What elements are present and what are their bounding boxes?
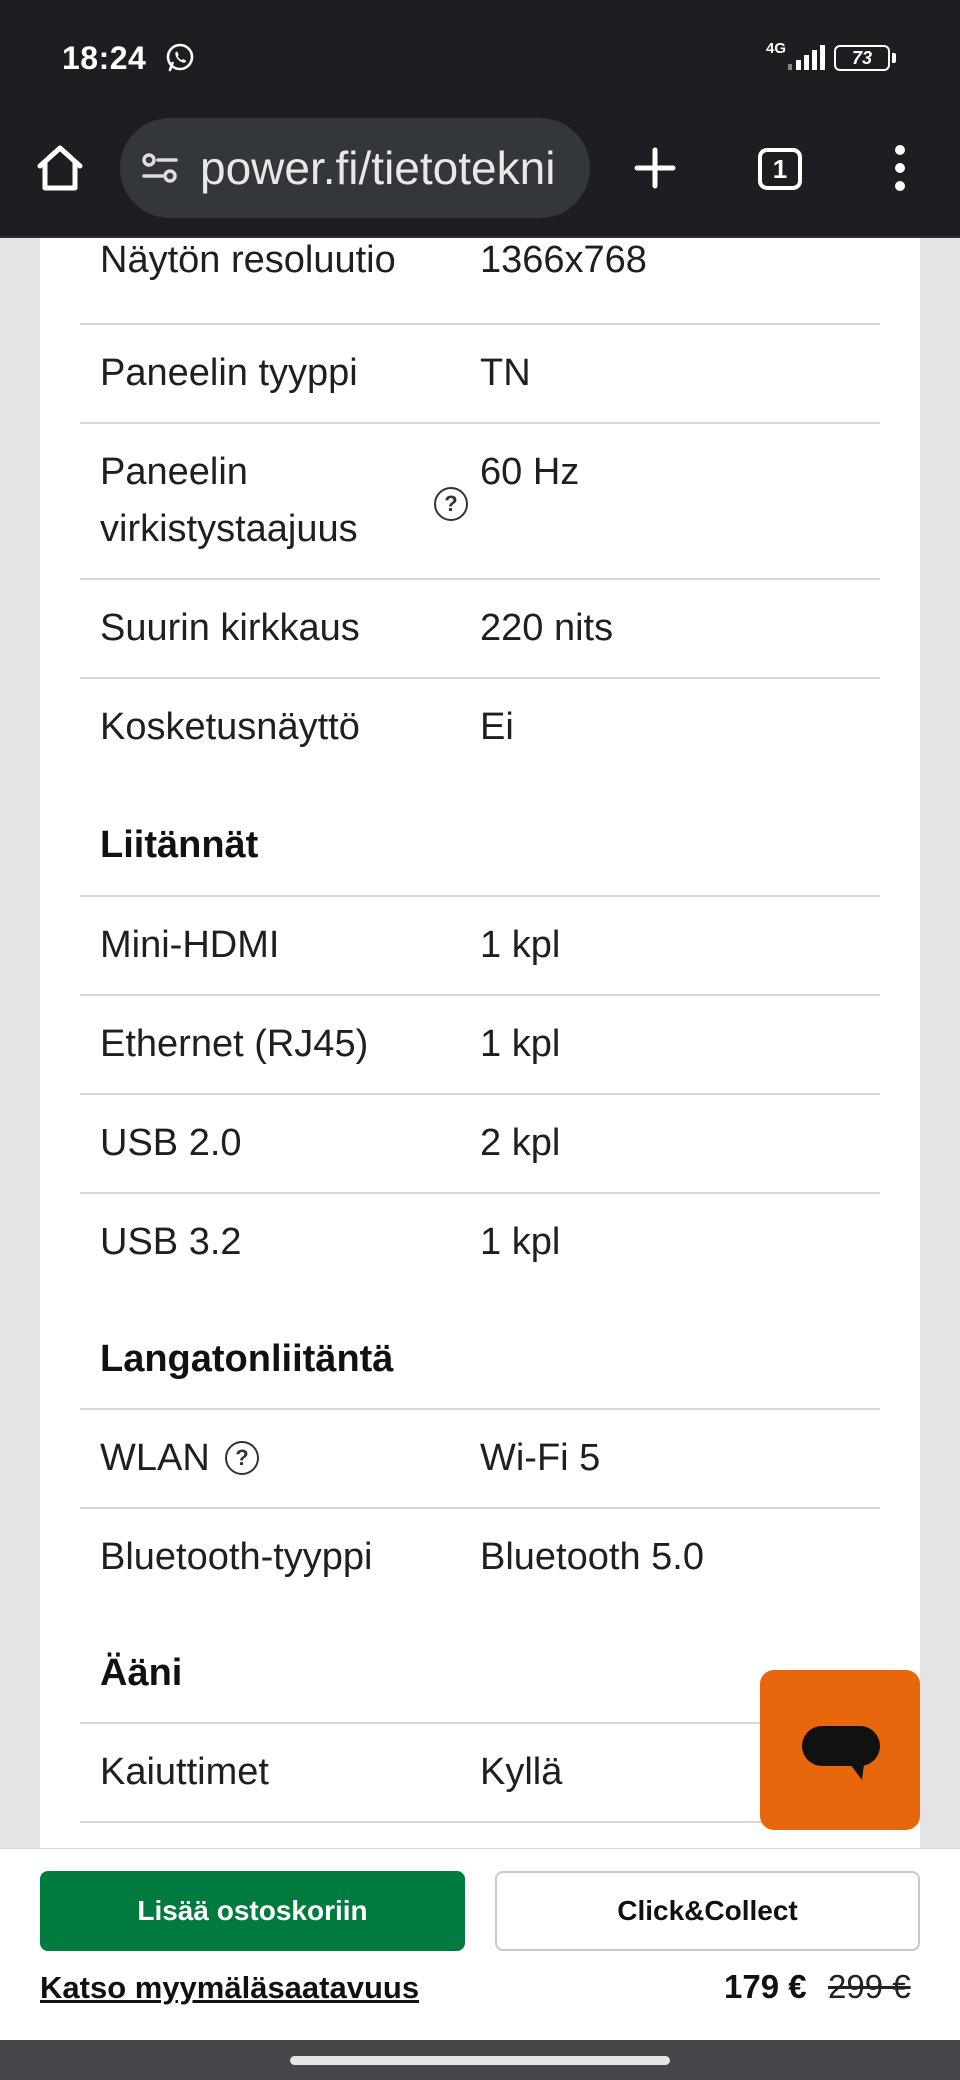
click-collect-button[interactable]: Click&Collect bbox=[495, 1871, 920, 1951]
home-icon[interactable] bbox=[32, 140, 88, 196]
spec-value: Ei bbox=[480, 706, 514, 748]
spec-label: USB 2.0 bbox=[100, 1122, 242, 1164]
url-text[interactable]: power.fi/tietotekni bbox=[200, 140, 580, 196]
gesture-handle[interactable] bbox=[290, 2056, 670, 2065]
site-settings-icon[interactable] bbox=[140, 150, 180, 186]
spec-row: Kosketusnäyttö Ei bbox=[80, 679, 880, 778]
spec-row: Paneelin virkistystaajuus ? 60 Hz bbox=[80, 424, 880, 580]
spec-value: TN bbox=[480, 352, 531, 394]
spec-label: Kaiuttimet bbox=[100, 1751, 269, 1793]
spec-label: Paneelin bbox=[100, 451, 248, 493]
spec-label: Paneelin tyyppi bbox=[100, 352, 358, 394]
new-tab-icon[interactable] bbox=[630, 140, 680, 196]
spec-value: Wi-Fi 5 bbox=[480, 1437, 601, 1479]
overflow-menu-icon[interactable] bbox=[880, 140, 920, 196]
spec-value: Bluetooth 5.0 bbox=[480, 1536, 704, 1578]
spec-label: Bluetooth-tyyppi bbox=[100, 1536, 373, 1578]
spec-label: Näytön resoluutio bbox=[100, 239, 396, 281]
tab-switcher-icon[interactable]: 1 bbox=[758, 148, 802, 190]
section-heading-connections: Liitännät bbox=[100, 824, 259, 866]
spec-label: Kosketusnäyttö bbox=[100, 706, 360, 748]
spec-value: 2 kpl bbox=[480, 1122, 561, 1164]
spec-row: USB 2.0 2 kpl bbox=[80, 1095, 880, 1194]
original-price: 299 € bbox=[828, 1968, 911, 2005]
section-heading-wireless: Langatonliitäntä bbox=[100, 1338, 394, 1380]
spec-label: Mini-HDMI bbox=[100, 924, 280, 966]
spec-label: virkistystaajuus bbox=[100, 508, 358, 550]
spec-value: 220 nits bbox=[480, 607, 614, 649]
spec-row: Ethernet (RJ45) 1 kpl bbox=[80, 996, 880, 1095]
battery-icon: 73 bbox=[834, 45, 896, 71]
add-to-cart-button[interactable]: Lisää ostoskoriin bbox=[40, 1871, 465, 1951]
spec-value: 1 kpl bbox=[480, 1221, 561, 1263]
battery-tip bbox=[892, 53, 896, 63]
help-icon[interactable]: ? bbox=[434, 487, 468, 521]
spec-value: 1366x768 bbox=[480, 239, 647, 281]
whatsapp-icon bbox=[166, 43, 194, 72]
spec-label: WLAN bbox=[100, 1437, 210, 1479]
spec-row: Mini-HDMI 1 kpl bbox=[80, 897, 880, 996]
spec-row: Paneelin tyyppi TN bbox=[80, 325, 880, 424]
status-bar: 18:24 4G 73 bbox=[0, 0, 960, 118]
spec-value: 1 kpl bbox=[480, 1023, 561, 1065]
network-type: 4G bbox=[766, 40, 787, 57]
spec-label: Ethernet (RJ45) bbox=[100, 1023, 369, 1065]
spec-value: Kyllä bbox=[480, 1751, 563, 1793]
spec-value: 1 kpl bbox=[480, 924, 561, 966]
battery-level: 73 bbox=[834, 45, 890, 71]
chat-button[interactable] bbox=[760, 1670, 920, 1830]
spec-value: 60 Hz bbox=[480, 451, 580, 493]
spec-row: Bluetooth-tyyppi Bluetooth 5.0 bbox=[80, 1509, 880, 1608]
spec-label: Suurin kirkkaus bbox=[100, 607, 360, 649]
section-heading-audio: Ääni bbox=[100, 1652, 183, 1694]
current-price: 179 € bbox=[724, 1968, 807, 2005]
chat-bubble-icon bbox=[802, 1726, 880, 1780]
signal-icon bbox=[788, 45, 825, 70]
store-availability-link[interactable]: Katso myymäläsaatavuus bbox=[40, 1970, 419, 2006]
spec-row: Suurin kirkkaus 220 nits bbox=[80, 580, 880, 679]
spec-row: Näytön resoluutio 1366x768 bbox=[80, 238, 880, 325]
help-icon[interactable]: ? bbox=[225, 1441, 259, 1475]
spec-row: WLAN ? Wi-Fi 5 bbox=[80, 1410, 880, 1509]
status-time: 18:24 bbox=[62, 40, 147, 76]
spec-label: USB 3.2 bbox=[100, 1221, 242, 1263]
spec-row: USB 3.2 1 kpl bbox=[80, 1194, 880, 1293]
page-content: Näytön resoluutio 1366x768 Paneelin tyyp… bbox=[0, 238, 960, 1848]
